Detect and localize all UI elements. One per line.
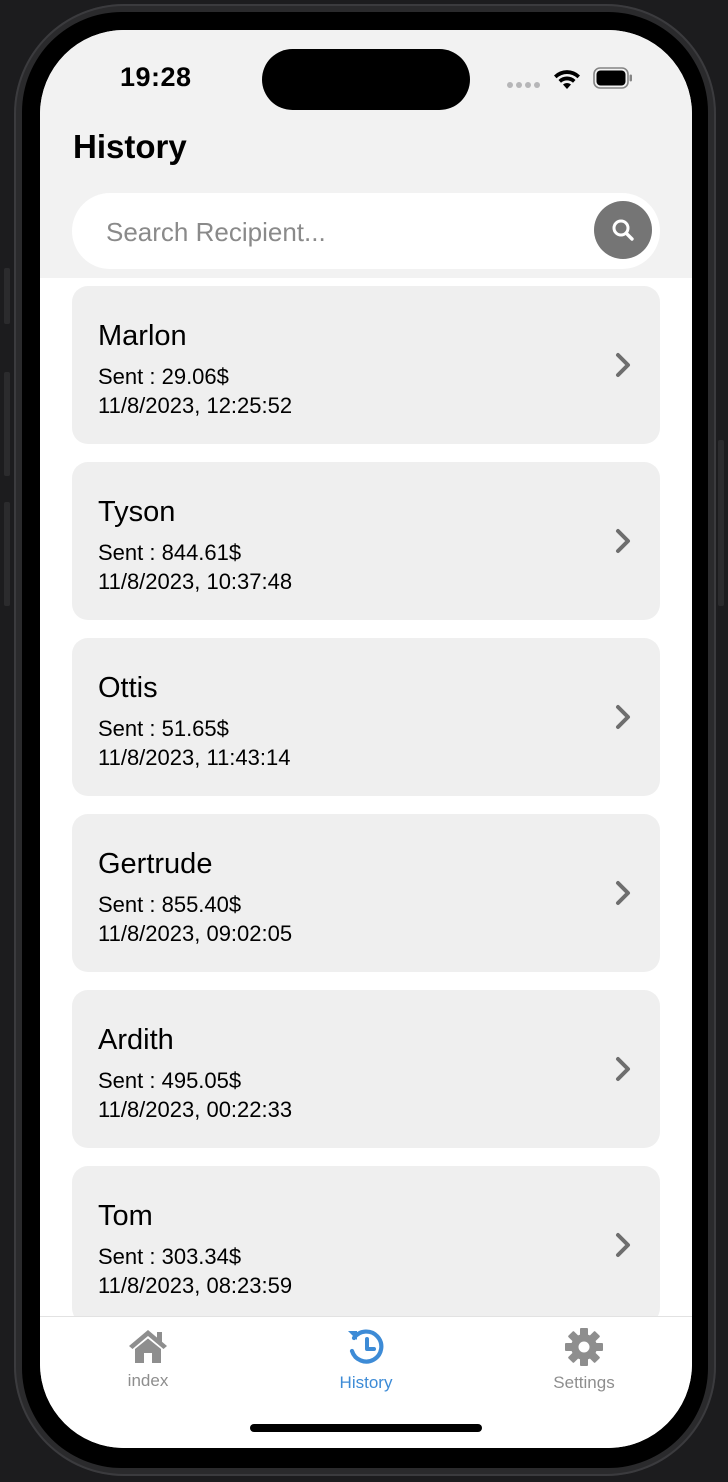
tab-label: Settings <box>553 1373 615 1392</box>
power-button <box>718 440 724 606</box>
app-screen: 19:28 History Marlon <box>40 30 692 1448</box>
volume-down-button <box>4 502 10 606</box>
sent-amount: Sent : 29.06$ <box>98 364 229 389</box>
chevron-right-icon <box>616 353 630 377</box>
chevron-right-icon <box>616 529 630 553</box>
tab-settings[interactable]: Settings <box>514 1327 654 1407</box>
status-time: 19:28 <box>120 62 192 92</box>
recipient-name: Tom <box>98 1200 153 1232</box>
sent-amount: Sent : 855.40$ <box>98 892 242 917</box>
transaction-card[interactable]: Marlon Sent : 29.06$ 11/8/2023, 12:25:52 <box>72 286 660 444</box>
action-button <box>4 268 10 324</box>
transaction-card[interactable]: Ardith Sent : 495.05$ 11/8/2023, 00:22:3… <box>72 990 660 1148</box>
search-bar <box>72 193 660 271</box>
recipient-name: Ottis <box>98 672 158 704</box>
chevron-right-icon <box>616 1057 630 1081</box>
header-area: 19:28 History <box>40 30 692 278</box>
home-indicator[interactable] <box>250 1424 482 1432</box>
battery-icon <box>593 67 632 89</box>
transaction-date: 11/8/2023, 11:43:14 <box>98 745 291 770</box>
recipient-name: Tyson <box>98 496 176 528</box>
transaction-card[interactable]: Tom Sent : 303.34$ 11/8/2023, 08:23:59 <box>72 1166 660 1316</box>
home-icon <box>129 1330 167 1363</box>
wifi-icon <box>554 70 580 89</box>
sent-amount: Sent : 495.05$ <box>98 1068 242 1093</box>
sent-amount: Sent : 303.34$ <box>98 1244 242 1269</box>
recipient-name: Marlon <box>98 320 187 352</box>
transaction-date: 11/8/2023, 09:02:05 <box>98 921 293 946</box>
tab-label: History <box>339 1373 393 1392</box>
dynamic-island <box>262 49 470 110</box>
recipient-name: Gertrude <box>98 848 213 880</box>
chevron-right-icon <box>616 881 630 905</box>
search-input[interactable] <box>104 193 588 271</box>
page-title: History <box>73 128 187 165</box>
search-button[interactable] <box>594 201 652 259</box>
chevron-right-icon <box>616 705 630 729</box>
recipient-name: Ardith <box>98 1024 174 1056</box>
cellular-signal-icon <box>507 82 540 88</box>
tab-index[interactable]: index <box>78 1327 218 1407</box>
search-icon <box>612 219 634 241</box>
gear-icon <box>565 1328 603 1366</box>
transaction-date: 11/8/2023, 10:37:48 <box>98 569 293 594</box>
chevron-right-icon <box>616 1233 630 1257</box>
transaction-list[interactable]: Marlon Sent : 29.06$ 11/8/2023, 12:25:52… <box>40 278 692 1316</box>
history-icon <box>348 1329 384 1364</box>
sent-amount: Sent : 844.61$ <box>98 540 242 565</box>
transaction-date: 11/8/2023, 08:23:59 <box>98 1273 293 1298</box>
transaction-card[interactable]: Tyson Sent : 844.61$ 11/8/2023, 10:37:48 <box>72 462 660 620</box>
tab-history[interactable]: History <box>296 1327 436 1407</box>
transaction-card[interactable]: Ottis Sent : 51.65$ 11/8/2023, 11:43:14 <box>72 638 660 796</box>
transaction-date: 11/8/2023, 12:25:52 <box>98 393 293 418</box>
volume-up-button <box>4 372 10 476</box>
tab-label: index <box>127 1371 169 1390</box>
transaction-date: 11/8/2023, 00:22:33 <box>98 1097 293 1122</box>
transaction-card[interactable]: Gertrude Sent : 855.40$ 11/8/2023, 09:02… <box>72 814 660 972</box>
sent-amount: Sent : 51.65$ <box>98 716 229 741</box>
